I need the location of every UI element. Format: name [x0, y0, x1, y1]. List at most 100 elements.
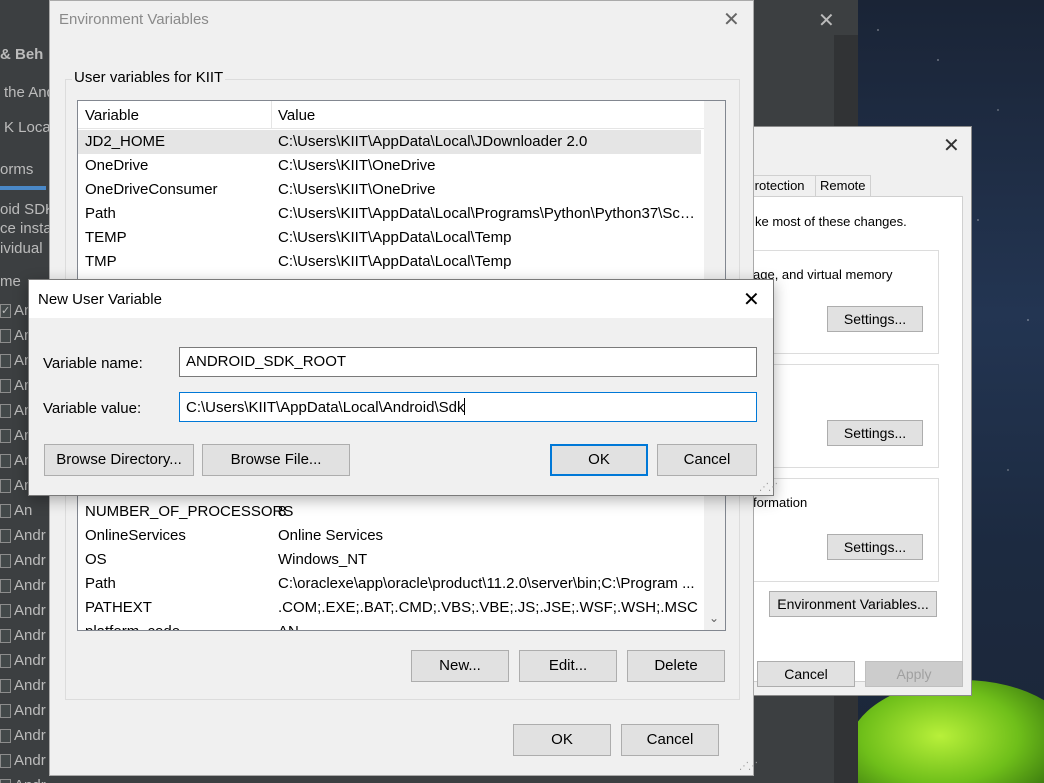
variable-value-cell: C:\Users\KIIT\AppData\Local\JDownloader …: [278, 133, 588, 150]
envvars-title: Environment Variables: [59, 11, 209, 28]
sdk-checkbox[interactable]: [0, 554, 11, 568]
variable-value-cell: Windows_NT: [278, 551, 368, 568]
table-row[interactable]: Path C:\oraclexe\app\oracle\product\11.2.…: [78, 572, 701, 596]
sdk-checkbox[interactable]: [0, 679, 11, 693]
system-edit-button[interactable]: Edit...: [519, 650, 617, 682]
table-row[interactable]: Path C:\Users\KIIT\AppData\Local\Programs…: [78, 202, 701, 226]
variable-name-input[interactable]: ANDROID_SDK_ROOT: [179, 347, 757, 377]
variable-name-cell: TEMP: [85, 229, 127, 246]
variable-name-cell: platform_code: [85, 623, 180, 630]
variable-name-cell: TMP: [85, 253, 117, 270]
dialog-resize-grip-icon[interactable]: ⋰⋰: [759, 482, 778, 493]
performance-settings-button[interactable]: Settings...: [827, 306, 923, 332]
user-variables-list[interactable]: Variable Value JD2_HOME C:\Users\KIIT\App…: [77, 100, 726, 290]
browse-directory-button[interactable]: Browse Directory...: [44, 444, 194, 476]
new-user-variable-dialog: New User Variable ✕ Variable name: ANDRO…: [28, 279, 778, 496]
ide-description-line: the And: [4, 84, 55, 101]
sdk-checkbox[interactable]: [0, 504, 11, 518]
new-variable-close-icon[interactable]: ✕: [743, 287, 760, 312]
table-row[interactable]: OS Windows_NT: [78, 548, 701, 572]
table-row[interactable]: TEMP C:\Users\KIIT\AppData\Local\Temp: [78, 226, 701, 250]
scroll-down-icon[interactable]: ⌄: [709, 611, 719, 625]
variable-value-cell: 8: [278, 503, 287, 520]
table-row[interactable]: OneDrive C:\Users\KIIT\OneDrive: [78, 154, 701, 178]
ide-sdk-text-2: ce insta: [0, 220, 52, 237]
variable-value-text: C:\Users\KIIT\AppData\Local\Android\Sdk: [186, 399, 465, 416]
text-caret: [464, 398, 466, 415]
sysprops-apply-button[interactable]: Apply: [865, 661, 963, 687]
table-row[interactable]: OneDriveConsumer C:\Users\KIIT\OneDrive: [78, 178, 701, 202]
sdk-checkbox[interactable]: [0, 529, 11, 543]
sdk-checkbox[interactable]: [0, 479, 11, 493]
sdk-checkbox-label: Andr: [14, 752, 46, 769]
sdk-checkbox[interactable]: [0, 579, 11, 593]
sysprops-cancel-button[interactable]: Cancel: [757, 661, 855, 687]
sdk-checkbox-label: Andr: [14, 677, 46, 694]
ide-tab-platforms[interactable]: orms: [0, 161, 33, 178]
envvars-ok-button[interactable]: OK: [513, 724, 611, 756]
sdk-checkbox-label: Andr: [14, 652, 46, 669]
sdk-checkbox-label: Andr: [14, 577, 46, 594]
sdk-checkbox[interactable]: ✓: [0, 304, 11, 318]
sdk-checkbox-label: An: [14, 502, 33, 519]
system-list-scrollbar[interactable]: ⌄: [704, 492, 725, 630]
variable-name-text: ANDROID_SDK_ROOT: [186, 353, 347, 370]
sdk-checkbox[interactable]: [0, 429, 11, 443]
variable-name-cell: Path: [85, 575, 116, 592]
sdk-checkbox[interactable]: [0, 629, 11, 643]
sdk-checkbox[interactable]: [0, 654, 11, 668]
table-row[interactable]: platform_code AN: [78, 620, 701, 630]
ide-sdk-text-1: oid SDK: [0, 201, 56, 218]
variable-name-cell: Path: [85, 205, 116, 222]
sysprops-advanced-panel: ke most of these changes. age, and virtu…: [741, 196, 963, 682]
sdk-checkbox[interactable]: [0, 704, 11, 718]
envvars-close-icon[interactable]: ✕: [723, 7, 740, 32]
variable-value-input[interactable]: C:\Users\KIIT\AppData\Local\Android\Sdk: [179, 392, 757, 422]
variable-name-cell: OneDriveConsumer: [85, 181, 218, 198]
sdk-checkbox-label: Andr: [14, 527, 46, 544]
sdk-checkbox[interactable]: [0, 754, 11, 768]
table-row[interactable]: NUMBER_OF_PROCESSORS 8: [78, 500, 701, 524]
startup-settings-button[interactable]: Settings...: [827, 534, 923, 560]
user-list-scrollbar[interactable]: [704, 101, 725, 289]
sysprops-close-icon[interactable]: ✕: [943, 133, 960, 158]
table-row[interactable]: JD2_HOME C:\Users\KIIT\AppData\Local\JDow…: [78, 130, 701, 154]
browse-file-button[interactable]: Browse File...: [202, 444, 350, 476]
variable-value-cell: AN: [278, 623, 698, 630]
new-variable-ok-button[interactable]: OK: [550, 444, 648, 476]
resize-grip-icon[interactable]: ⋰⋰: [739, 761, 758, 772]
sdk-checkbox[interactable]: [0, 729, 11, 743]
sdk-checkbox[interactable]: [0, 404, 11, 418]
variable-name-cell: JD2_HOME: [85, 133, 166, 150]
environment-variables-button[interactable]: Environment Variables...: [769, 591, 937, 617]
table-row[interactable]: OnlineServices Online Services: [78, 524, 701, 548]
variable-name-cell: OS: [85, 551, 107, 568]
new-variable-cancel-button[interactable]: Cancel: [657, 444, 757, 476]
startup-text: formation: [753, 495, 808, 510]
variable-value-cell: C:\oraclexe\app\oracle\product\11.2.0\se…: [278, 575, 695, 592]
tab-remote[interactable]: Remote: [815, 175, 871, 197]
system-new-button[interactable]: New...: [411, 650, 509, 682]
variable-value-cell: C:\Users\KIIT\AppData\Local\Temp: [278, 229, 512, 246]
table-row[interactable]: PATHEXT .COM;.EXE;.BAT;.CMD;.VBS;.VBE;.JS…: [78, 596, 701, 620]
variable-value-cell: C:\Users\KIIT\AppData\Local\Temp: [278, 253, 512, 270]
column-variable[interactable]: Variable: [85, 107, 139, 124]
column-separator: [271, 101, 272, 129]
sdk-checkbox[interactable]: [0, 779, 11, 783]
sdk-checkbox[interactable]: [0, 454, 11, 468]
sdk-checkbox-label: Andr: [14, 777, 46, 783]
ide-tab-underline: [0, 186, 46, 190]
sdk-checkbox[interactable]: [0, 329, 11, 343]
sdk-checkbox[interactable]: [0, 379, 11, 393]
sdk-checkbox-label: Andr: [14, 602, 46, 619]
system-delete-button[interactable]: Delete: [627, 650, 725, 682]
sdk-checkbox[interactable]: [0, 604, 11, 618]
envvars-cancel-button[interactable]: Cancel: [621, 724, 719, 756]
sdk-checkbox-label: Andr: [14, 727, 46, 744]
sdk-checkbox[interactable]: [0, 354, 11, 368]
system-variables-list[interactable]: NUMBER_OF_PROCESSORS 8 OnlineServices Onlin…: [77, 491, 726, 631]
table-row[interactable]: TMP C:\Users\KIIT\AppData\Local\Temp: [78, 250, 701, 274]
ide-close-icon[interactable]: ✕: [818, 8, 835, 33]
column-value[interactable]: Value: [278, 107, 315, 124]
profiles-settings-button[interactable]: Settings...: [827, 420, 923, 446]
